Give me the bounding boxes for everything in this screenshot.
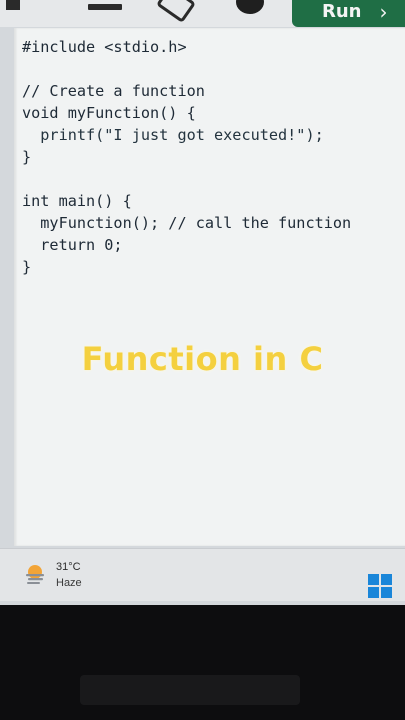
code-line: return 0; [22,236,123,254]
code-line: #include <stdio.h> [22,38,187,56]
windows-start-icon[interactable] [368,574,392,598]
weather-condition[interactable]: Haze [56,577,82,589]
editor-toolbar: Run › [0,0,405,27]
code-editor[interactable]: #include <stdio.h> // Create a function vo… [14,28,405,546]
code-line: } [22,258,32,276]
screen: Run › #include <stdio.h> // Create a func… [0,0,405,605]
tag-icon[interactable] [156,0,196,24]
run-button[interactable]: Run › [292,0,405,27]
home-icon[interactable] [6,0,20,10]
code-line: printf("I just got executed!"); [22,126,324,144]
code-line: // Create a function [22,82,205,100]
code-block: #include <stdio.h> // Create a function vo… [22,36,351,278]
code-line: void myFunction() { [22,104,196,122]
minus-icon[interactable] [88,4,122,10]
chevron-right-icon: › [379,0,388,24]
code-line: int main() { [22,192,132,210]
taskbar: 31°C Haze [0,548,405,601]
code-line: } [22,148,32,166]
weather-temperature[interactable]: 31°C [56,561,81,573]
video-overlay-title: Function in C [81,340,324,378]
code-line: myFunction(); // call the function [22,214,352,232]
theme-circle-icon[interactable] [236,0,264,14]
haze-sun-icon[interactable] [24,563,46,585]
reflection-glare [80,675,300,705]
run-button-label: Run [322,1,362,22]
